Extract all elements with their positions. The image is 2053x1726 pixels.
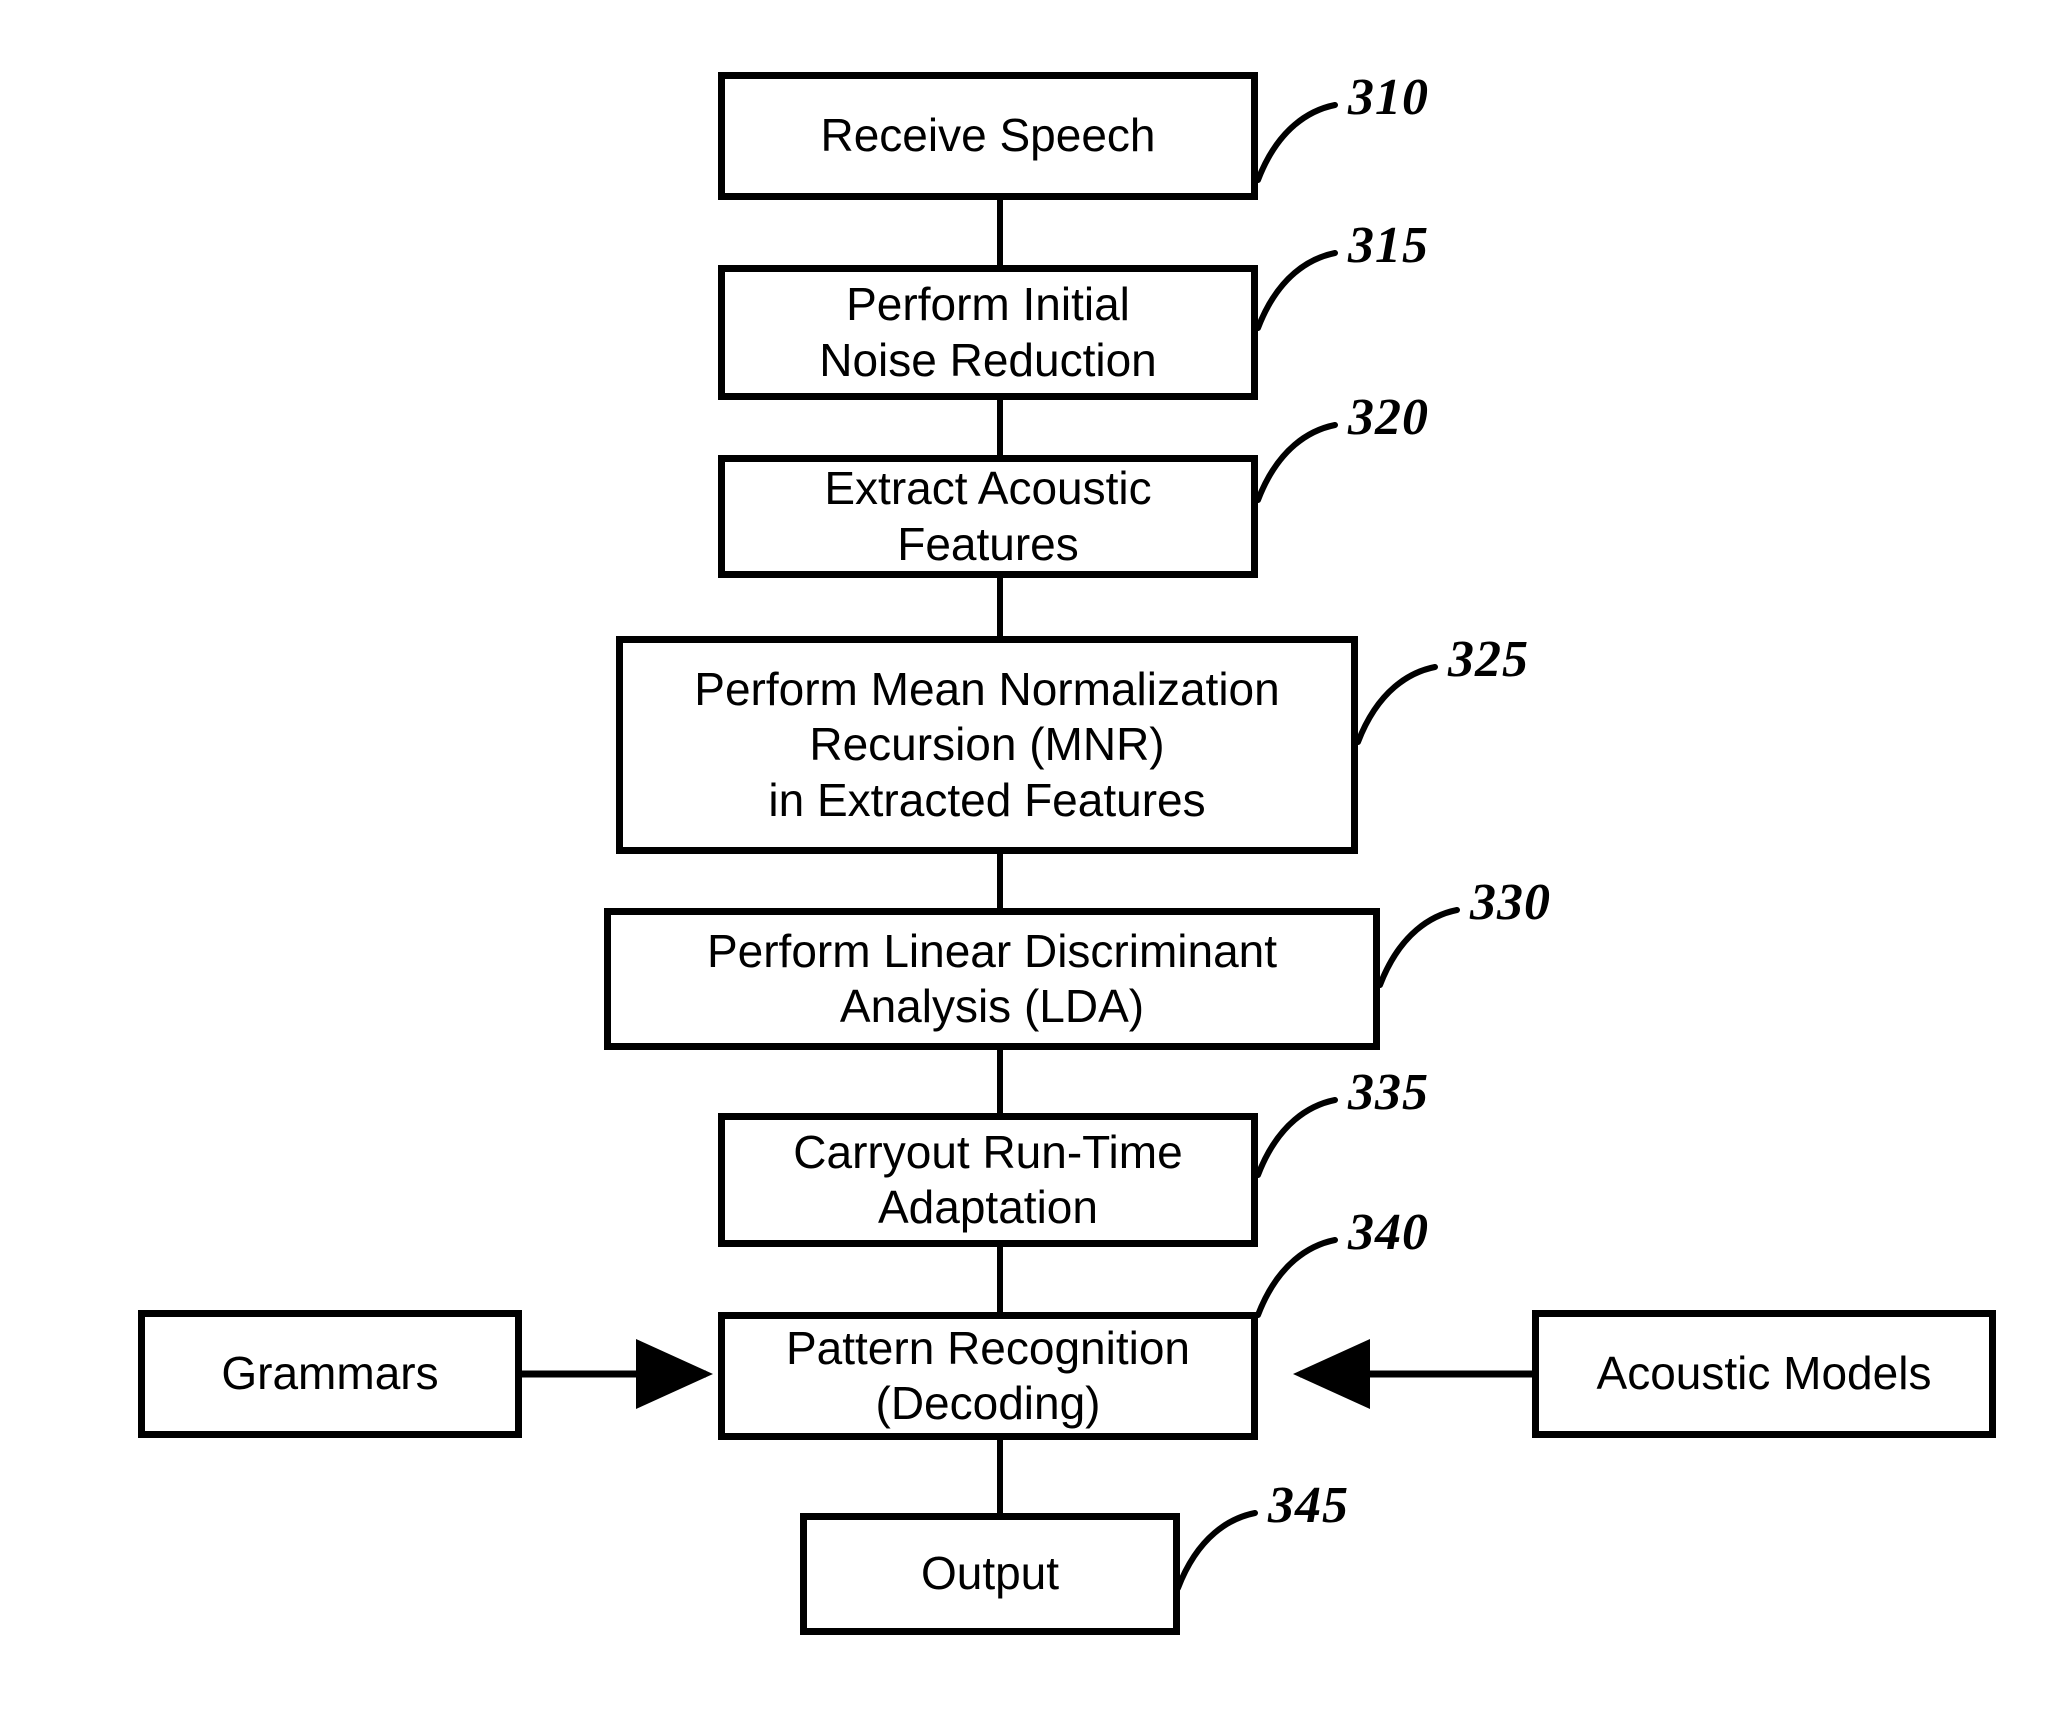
leader-330 xyxy=(1377,907,1460,988)
leader-325 xyxy=(1355,664,1438,745)
node-carryout-runtime-adaptation[interactable]: Carryout Run-Time Adaptation xyxy=(718,1113,1258,1247)
reference-numeral-330: 330 xyxy=(1470,874,1551,931)
reference-numeral-345: 345 xyxy=(1268,1477,1349,1534)
reference-numeral-320: 320 xyxy=(1348,389,1429,446)
node-receive-speech[interactable]: Receive Speech xyxy=(718,72,1258,200)
node-output[interactable]: Output xyxy=(800,1513,1180,1635)
connector-layer xyxy=(522,102,1532,1591)
node-acoustic-models[interactable]: Acoustic Models xyxy=(1532,1310,1996,1438)
node-pattern-recognition-decoding[interactable]: Pattern Recognition (Decoding) xyxy=(718,1312,1258,1440)
reference-numeral-325: 325 xyxy=(1448,631,1529,688)
leader-340 xyxy=(1255,1237,1338,1318)
leader-315 xyxy=(1255,250,1338,331)
leader-335 xyxy=(1255,1097,1338,1178)
reference-numeral-335: 335 xyxy=(1348,1064,1429,1121)
flowchart-diagram: Receive Speech Perform Initial Noise Red… xyxy=(0,0,2053,1726)
leader-310 xyxy=(1255,102,1338,183)
reference-numeral-340: 340 xyxy=(1348,1204,1429,1261)
leader-345 xyxy=(1175,1510,1258,1591)
node-perform-linear-discriminant-analysis[interactable]: Perform Linear Discriminant Analysis (LD… xyxy=(604,908,1380,1050)
reference-numeral-310: 310 xyxy=(1348,69,1429,126)
node-extract-acoustic-features[interactable]: Extract Acoustic Features xyxy=(718,455,1258,578)
node-perform-initial-noise-reduction[interactable]: Perform Initial Noise Reduction xyxy=(718,265,1258,400)
node-grammars[interactable]: Grammars xyxy=(138,1310,522,1438)
leader-320 xyxy=(1255,422,1338,503)
reference-numeral-315: 315 xyxy=(1348,217,1429,274)
node-perform-mean-normalization-recursion[interactable]: Perform Mean Normalization Recursion (MN… xyxy=(616,636,1358,854)
